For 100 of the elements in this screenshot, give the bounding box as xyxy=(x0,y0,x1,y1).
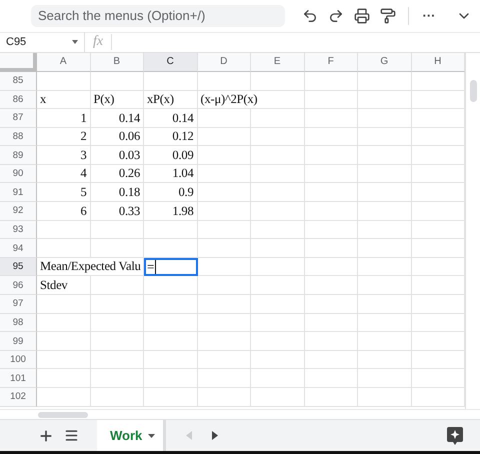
printer-icon[interactable] xyxy=(352,6,372,26)
table-cell[interactable] xyxy=(251,109,304,128)
row-header[interactable]: 98 xyxy=(0,314,37,332)
caret-icon[interactable] xyxy=(148,434,156,438)
table-cell[interactable] xyxy=(90,369,144,388)
table-cell[interactable] xyxy=(90,239,144,258)
table-cell[interactable] xyxy=(304,369,358,388)
table-cell[interactable] xyxy=(90,276,144,296)
table-cell[interactable] xyxy=(358,388,412,407)
table-cell[interactable]: Stdev xyxy=(37,276,90,296)
table-cell[interactable] xyxy=(251,332,304,351)
table-cell[interactable]: 6 xyxy=(37,202,90,221)
table-cell[interactable] xyxy=(251,146,304,165)
sheet-tab[interactable]: Work xyxy=(97,420,166,452)
table-cell[interactable] xyxy=(144,276,198,296)
table-cell[interactable] xyxy=(198,146,251,165)
vertical-scrollbar[interactable] xyxy=(465,52,480,410)
table-cell[interactable]: 0.03 xyxy=(90,146,144,165)
table-cell[interactable] xyxy=(37,314,90,332)
table-cell[interactable] xyxy=(358,109,412,128)
table-cell[interactable] xyxy=(358,202,412,221)
table-cell[interactable] xyxy=(304,128,358,146)
table-cell[interactable] xyxy=(198,239,251,258)
table-cell[interactable] xyxy=(251,295,304,314)
table-cell[interactable]: 0.12 xyxy=(144,128,198,146)
table-cell[interactable] xyxy=(37,220,90,240)
table-cell[interactable] xyxy=(304,164,358,184)
table-cell[interactable]: 0.33 xyxy=(90,202,144,221)
table-cell[interactable] xyxy=(144,332,198,351)
row-header[interactable]: 94 xyxy=(0,239,37,258)
table-cell[interactable] xyxy=(37,369,90,388)
table-cell[interactable] xyxy=(358,183,412,202)
table-cell[interactable] xyxy=(198,295,251,314)
table-cell[interactable] xyxy=(358,295,412,314)
row-header[interactable]: 102 xyxy=(0,388,37,407)
table-cell[interactable] xyxy=(358,239,412,258)
table-cell[interactable] xyxy=(37,295,90,314)
search-field[interactable]: Search the menus (Option+/) xyxy=(31,4,285,27)
table-cell[interactable] xyxy=(144,314,198,332)
scroll-right-icon[interactable] xyxy=(212,431,218,440)
table-cell[interactable] xyxy=(198,183,251,202)
table-cell[interactable] xyxy=(251,388,304,407)
column-header[interactable]: E xyxy=(251,52,304,72)
table-cell[interactable] xyxy=(304,332,358,351)
table-cell[interactable]: 5 xyxy=(37,183,90,202)
table-cell[interactable]: 0.14 xyxy=(144,109,198,128)
table-cell[interactable] xyxy=(304,109,358,128)
table-cell[interactable] xyxy=(358,220,412,240)
table-cell[interactable] xyxy=(251,258,304,276)
row-header[interactable]: 90 xyxy=(0,164,37,184)
table-cell[interactable] xyxy=(304,258,358,276)
table-cell[interactable] xyxy=(144,350,198,370)
table-cell[interactable] xyxy=(198,72,251,91)
table-cell[interactable] xyxy=(90,350,144,370)
table-cell[interactable] xyxy=(37,350,90,370)
table-cell[interactable] xyxy=(304,183,358,202)
table-cell[interactable] xyxy=(251,314,304,332)
horizontal-scrollbar[interactable] xyxy=(38,412,88,418)
table-cell[interactable] xyxy=(251,239,304,258)
table-cell[interactable] xyxy=(198,314,251,332)
table-cell[interactable] xyxy=(90,295,144,314)
table-cell[interactable] xyxy=(251,72,304,91)
table-cell[interactable] xyxy=(37,388,90,407)
table-cell[interactable] xyxy=(358,128,412,146)
table-cell[interactable] xyxy=(304,220,358,240)
table-cell[interactable]: 0.26 xyxy=(90,164,144,184)
table-cell[interactable]: (x-μ)^2P(x) xyxy=(198,90,304,110)
table-cell[interactable] xyxy=(304,146,358,165)
column-header[interactable]: H xyxy=(412,52,465,72)
table-cell[interactable] xyxy=(358,90,412,110)
table-cell[interactable] xyxy=(358,314,412,332)
table-cell[interactable] xyxy=(358,258,412,276)
row-header[interactable]: 87 xyxy=(0,109,37,128)
table-cell[interactable] xyxy=(358,369,412,388)
table-cell[interactable] xyxy=(251,369,304,388)
row-header[interactable]: 93 xyxy=(0,220,37,240)
table-cell[interactable] xyxy=(304,239,358,258)
name-box[interactable]: C95 xyxy=(0,32,85,52)
table-cell[interactable] xyxy=(304,350,358,370)
table-cell[interactable] xyxy=(304,388,358,407)
table-cell[interactable] xyxy=(37,239,90,258)
table-cell[interactable] xyxy=(198,109,251,128)
table-cell[interactable] xyxy=(251,220,304,240)
column-header[interactable]: D xyxy=(198,52,251,72)
table-cell[interactable]: 0.18 xyxy=(90,183,144,202)
table-cell[interactable]: P(x) xyxy=(90,90,144,110)
row-header[interactable]: 100 xyxy=(0,350,37,370)
row-header[interactable]: 85 xyxy=(0,72,37,91)
table-cell[interactable]: 0.14 xyxy=(90,109,144,128)
table-cell[interactable]: 3 xyxy=(37,146,90,165)
table-cell[interactable] xyxy=(90,314,144,332)
table-cell[interactable] xyxy=(144,388,198,407)
table-cell[interactable] xyxy=(358,332,412,351)
explore-icon[interactable] xyxy=(447,426,463,445)
table-cell[interactable]: 2 xyxy=(37,128,90,146)
table-cell[interactable] xyxy=(251,276,304,296)
table-cell[interactable]: 1.98 xyxy=(144,202,198,221)
active-cell-editor[interactable]: = xyxy=(144,258,198,276)
table-cell[interactable]: 1.04 xyxy=(144,164,198,184)
table-cell[interactable] xyxy=(358,72,412,91)
